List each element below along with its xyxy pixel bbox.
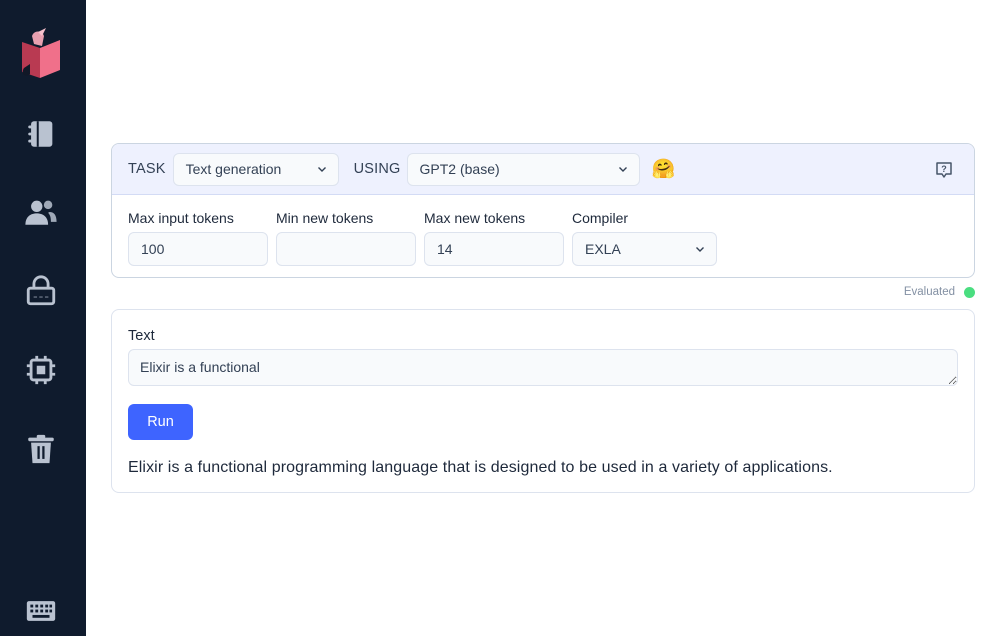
smart-cell-header: TASK Text generation USING GPT2 (base) 🤗… xyxy=(112,144,974,195)
task-select[interactable]: Text generation xyxy=(172,152,339,186)
status-text: Evaluated xyxy=(903,286,955,298)
cpu-chip-icon[interactable] xyxy=(23,352,59,388)
notebook-icon[interactable] xyxy=(23,116,59,152)
generated-text: Elixir is a functional programming langu… xyxy=(128,459,833,476)
task-label: TASK xyxy=(128,161,166,177)
min-new-tokens-field: Min new tokens xyxy=(276,210,416,266)
model-select-value: GPT2 (base) xyxy=(419,161,500,177)
compiler-select-value: EXLA xyxy=(585,241,621,257)
min-new-tokens-input[interactable] xyxy=(276,232,416,266)
text-input[interactable]: Elixir is a functional xyxy=(128,349,958,386)
max-new-tokens-input[interactable] xyxy=(424,232,564,266)
min-new-tokens-label: Min new tokens xyxy=(276,210,374,226)
livebook-logo[interactable] xyxy=(16,28,64,80)
compiler-field: Compiler EXLA xyxy=(572,210,717,266)
trash-icon[interactable] xyxy=(23,431,59,467)
chevron-down-icon xyxy=(618,167,627,172)
notebook-main: TASK Text generation USING GPT2 (base) 🤗… xyxy=(86,0,989,636)
smart-cell-card: TASK Text generation USING GPT2 (base) 🤗… xyxy=(111,143,975,278)
max-input-tokens-input[interactable] xyxy=(128,232,268,266)
chevron-down-icon xyxy=(317,167,326,172)
chevron-down-icon xyxy=(696,247,704,252)
task-select-value: Text generation xyxy=(185,161,282,177)
max-input-tokens-field: Max input tokens xyxy=(128,210,268,266)
max-input-tokens-label: Max input tokens xyxy=(128,210,234,226)
using-label: USING xyxy=(353,161,401,177)
max-new-tokens-label: Max new tokens xyxy=(424,210,526,226)
evaluation-status: Evaluated xyxy=(904,286,975,298)
compiler-label: Compiler xyxy=(572,210,629,226)
sidebar xyxy=(0,0,86,636)
model-select[interactable]: GPT2 (base) xyxy=(406,152,640,186)
parameter-fields: Max input tokens Min new tokens Max new … xyxy=(112,195,974,266)
compiler-select[interactable]: EXLA xyxy=(572,232,717,266)
output-card: Text Elixir is a functional Run Elixir i… xyxy=(111,309,975,493)
users-icon[interactable] xyxy=(23,194,59,230)
keyboard-icon[interactable] xyxy=(23,593,59,629)
svg-text:?: ? xyxy=(941,164,947,174)
help-icon[interactable]: ? xyxy=(934,160,954,180)
lock-icon[interactable] xyxy=(23,273,59,309)
status-dot xyxy=(964,286,975,298)
run-button[interactable]: Run xyxy=(128,404,193,440)
max-new-tokens-field: Max new tokens xyxy=(424,210,564,266)
hugging-face-icon[interactable]: 🤗 xyxy=(652,157,676,181)
text-input-label: Text xyxy=(128,328,155,344)
